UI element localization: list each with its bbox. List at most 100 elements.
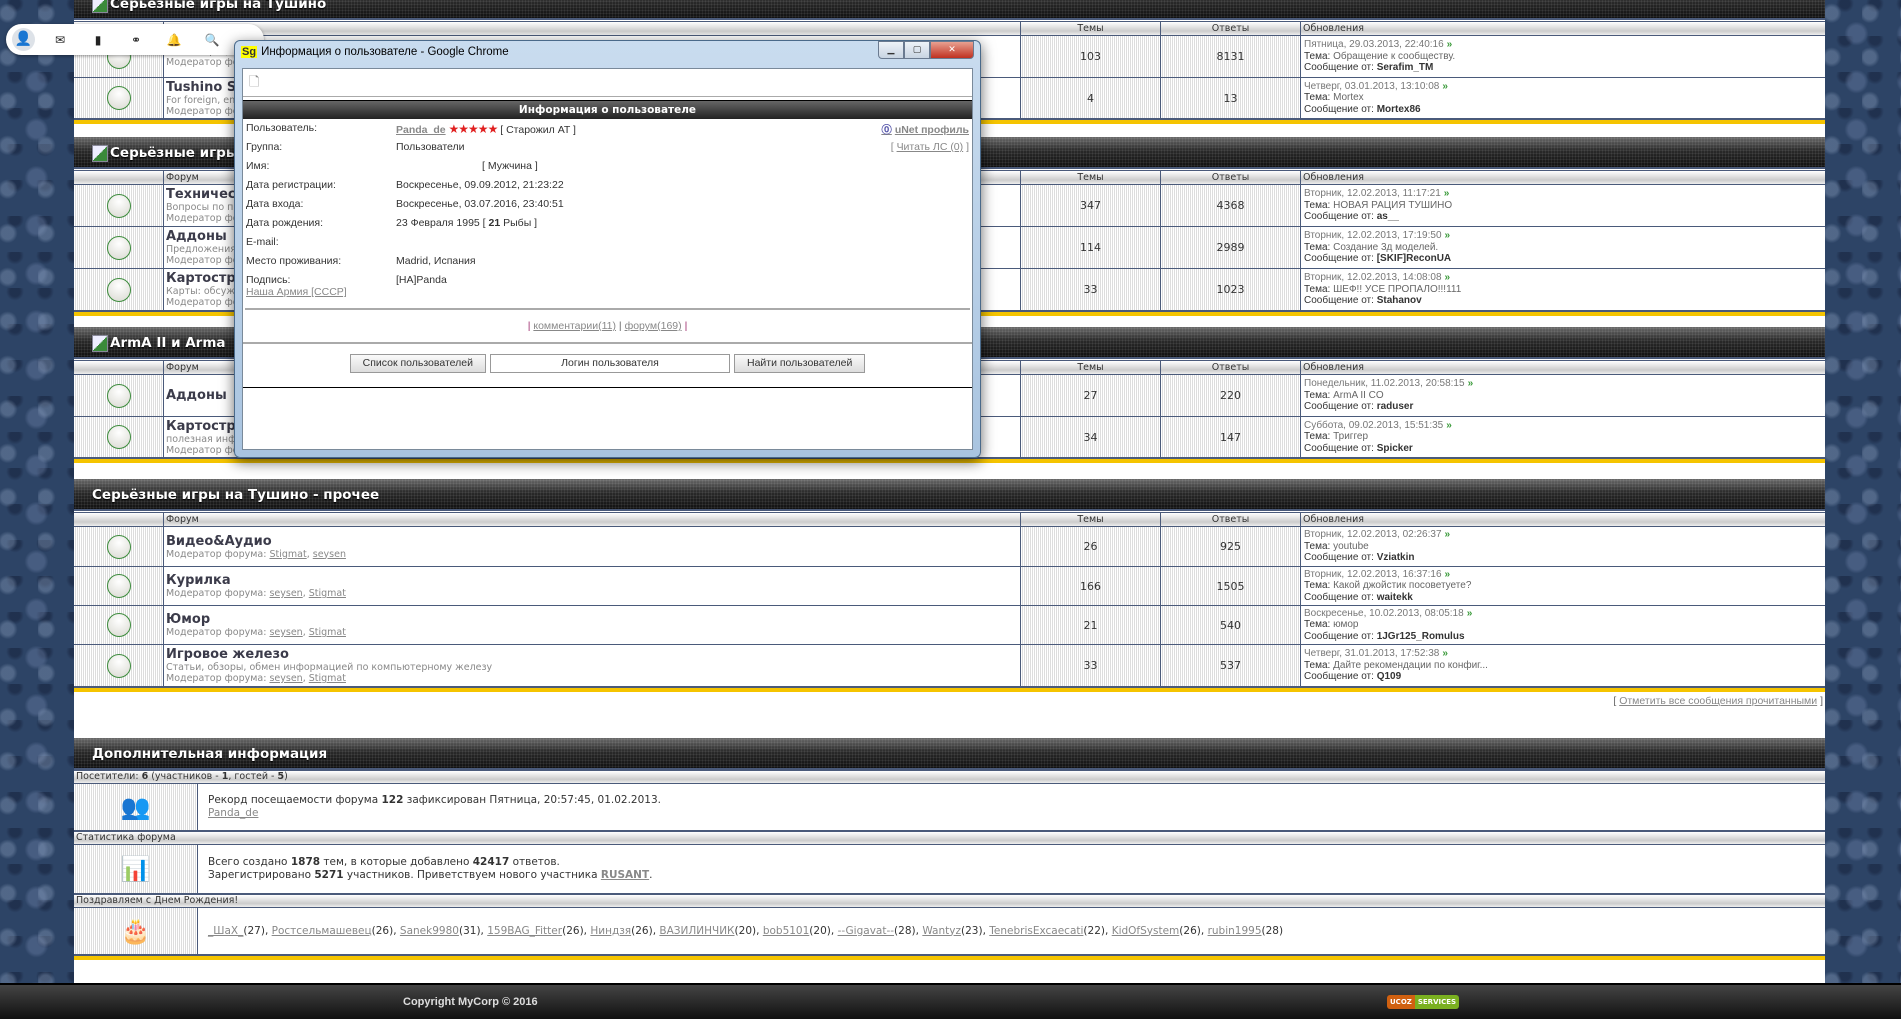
category-image-icon [92,334,108,352]
last-poster[interactable]: as__ [1377,211,1399,222]
read-pm-link[interactable]: Читать ЛС (0) [897,141,964,153]
reply-count: 13 [1160,78,1300,118]
last-topic-link[interactable]: Дайте рекомендации по конфиг... [1333,660,1488,671]
birthday-user-link[interactable]: --Gigavat-- [838,925,894,937]
mail-icon[interactable]: ✉ [41,33,79,47]
username-link[interactable]: Panda_de [396,124,446,136]
ucoz-badge[interactable]: UCOZ SERVICES [1387,995,1460,1009]
birthday-user-link[interactable]: Wantyz [922,925,961,937]
forum-name-link[interactable]: Юмор [166,612,1018,627]
birthday-user-link[interactable]: TenebrisExcaecati [989,925,1083,937]
user-login-input[interactable]: Логин пользователя [489,354,730,373]
go-to-last-post-icon[interactable]: » [1468,378,1474,389]
go-to-last-post-icon[interactable]: » [1444,188,1450,199]
link-icon[interactable]: ⚭ [117,33,155,47]
last-poster[interactable]: raduser [1377,401,1414,412]
minimize-button[interactable]: ▁ [878,41,904,59]
user-info-table: Пользователь: Panda_de ★★★★★ [ Старожил A… [243,119,972,298]
go-to-last-post-icon[interactable]: » [1442,81,1448,92]
stats-line-2: Зарегистрировано 5271 участников. Привет… [208,869,653,881]
moderator-link[interactable]: Stigmat [309,673,346,684]
close-button[interactable]: ✕ [930,41,974,59]
birthday-user-link[interactable]: 159BAG_Fitter [487,925,562,937]
moderator-link[interactable]: seysen [269,588,302,599]
last-topic-link[interactable]: Какой джойстик посоветуете? [1333,580,1471,591]
last-topic-link[interactable]: НОВАЯ РАЦИЯ ТУШИНО [1333,200,1452,211]
birthday-user-link[interactable]: KidOfSystem [1112,925,1180,937]
col-updates: Обновления [1300,171,1825,184]
bell-icon[interactable]: 🔔 [155,33,193,47]
go-to-last-post-icon[interactable]: » [1442,648,1448,659]
last-poster[interactable]: [SKIF]ReconUA [1377,253,1451,264]
forum-name-link[interactable]: Игровое железо [166,647,1018,662]
birthday-user-link[interactable]: rubin1995 [1208,925,1262,937]
last-poster[interactable]: Q109 [1377,671,1401,682]
new-user-link[interactable]: RUSANT [601,869,649,881]
rating-stars: ★★★★★ [448,122,499,136]
last-topic-link[interactable]: youtube [1333,541,1369,552]
registration-date: Воскресенье, 09.09.2012, 21:23:22 [396,179,564,191]
column-headers: ФорумТемыОтветыОбновления [74,512,1825,527]
birthday-user-link[interactable]: Sanek9980 [400,925,459,937]
login-date: Воскресенье, 03.07.2016, 23:40:51 [396,198,564,210]
go-to-last-post-icon[interactable]: » [1467,608,1473,619]
go-to-last-post-icon[interactable]: » [1445,529,1451,540]
birthday-user-link[interactable]: _ШаХ_ [208,925,243,937]
last-poster[interactable]: waitekk [1377,592,1413,603]
unet-profile-link[interactable]: ⓪ uNet профиль [881,122,969,137]
forum-name-link[interactable]: Видео&Аудио [166,534,1018,549]
search-icon[interactable]: 🔍 [193,33,231,47]
last-topic-link[interactable]: Создание 3д моделей. [1333,242,1438,253]
find-users-button[interactable]: Найти пользователей [733,354,866,373]
birthday-user-link[interactable]: ВАЗИЛИНЧИК [659,925,734,937]
forum-name-link[interactable]: Курилка [166,573,1018,588]
birthday-user-link[interactable]: Ростсельмашевец [272,925,372,937]
go-to-last-post-icon[interactable]: » [1445,569,1451,580]
last-update: Пятница, 29.03.2013, 22:40:16» Тема: Обр… [1300,36,1825,77]
birthday-user-link[interactable]: bob5101 [763,925,809,937]
last-poster[interactable]: Stahanov [1377,295,1422,306]
mark-all-read-link[interactable]: Отметить все сообщения прочитанными [1619,695,1817,707]
card-icon[interactable]: ▮ [79,33,117,47]
bracket: ] [1817,695,1823,707]
go-to-last-post-icon[interactable]: » [1447,39,1453,50]
last-poster[interactable]: 1JGr125_Romulus [1377,631,1465,642]
user-icon[interactable]: 👤 [12,28,35,51]
moderator-link[interactable]: seysen [269,673,302,684]
go-to-last-post-icon[interactable]: » [1446,420,1452,431]
topic-count: 34 [1020,417,1160,457]
last-poster[interactable]: Spicker [1377,443,1413,454]
forum-status-icon [106,277,131,302]
birthday-user-link[interactable]: Ниндзя [590,925,631,937]
last-topic-link[interactable]: Обращение к сообществу. [1333,51,1455,62]
signature-link[interactable]: Наша Армия [СССР] [246,286,347,298]
update-date: Четверг, 31.01.2013, 17:52:38 [1304,648,1440,660]
forum-posts-link[interactable]: форум(169) [625,320,682,332]
user-list-button[interactable]: Список пользователей [349,354,486,373]
last-topic-link[interactable]: юмор [1333,619,1358,630]
section-title[interactable]: Серьёзные игры на Тушино [110,0,326,12]
last-update: Вторник, 12.02.2013, 17:19:50» Тема: Соз… [1300,227,1825,268]
moderator-link[interactable]: Stigmat [309,588,346,599]
last-topic-link[interactable]: ArmA II CO [1333,390,1384,401]
forum-row: Видео&Аудио Модератор форума: Stigmat, se… [74,527,1825,567]
last-poster[interactable]: Mortex86 [1377,104,1421,115]
last-topic-link[interactable]: Mortex [1333,92,1364,103]
last-topic-link[interactable]: Триггер [1333,431,1368,442]
moderator-link[interactable]: Stigmat [309,627,346,638]
last-poster[interactable]: Serafim_TM [1377,62,1434,73]
moderator-link[interactable]: Stigmat [269,549,306,560]
go-to-last-post-icon[interactable]: » [1445,230,1451,241]
moderator-link[interactable]: seysen [269,627,302,638]
section-title[interactable]: Серьёзные игры на Тушино - прочее [92,487,379,503]
maximize-button[interactable]: ▢ [904,41,930,59]
last-poster[interactable]: Vziatkin [1377,552,1415,563]
moderator-link[interactable]: seysen [313,549,346,560]
last-topic-link[interactable]: ШЕФ!! УСЕ ПРОПАЛО!!!111 [1333,284,1461,295]
last-update: Четверг, 31.01.2013, 17:52:38» Тема: Дай… [1300,645,1825,686]
go-to-last-post-icon[interactable]: » [1445,272,1451,283]
section-title[interactable]: Серьёзные игры [110,145,238,161]
section-title[interactable]: ArmA II и Arma [110,335,226,351]
record-user-link[interactable]: Panda_de [208,807,1815,820]
comments-link[interactable]: комментарии(11) [533,320,616,332]
